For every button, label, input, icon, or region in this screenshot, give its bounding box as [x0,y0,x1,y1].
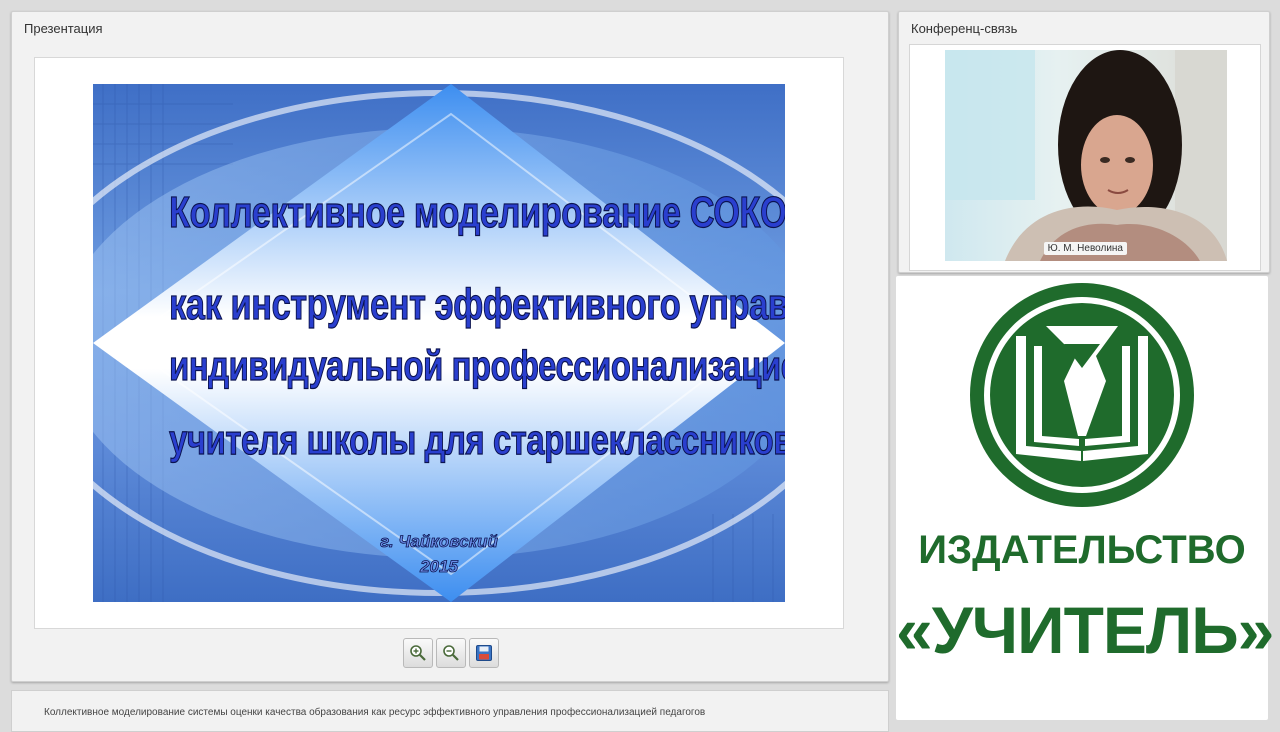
participant-video-image [945,50,1227,261]
slide-title-line-2: как инструмент эффективного управления [169,279,785,329]
save-button[interactable] [469,638,499,668]
conference-title: Конференц-связь [911,21,1018,36]
floppy-disk-icon [476,645,492,661]
presentation-title: Презентация [24,21,103,36]
zoom-out-icon [443,645,459,661]
conference-panel: Конференц-связь Ю. М. Неволина [898,11,1270,273]
publisher-name-line-2: «УЧИТЕЛЬ» [896,593,1274,667]
slide-year: 2015 [420,557,459,577]
publisher-name-line-1: ИЗДАТЕЛЬСТВО [918,528,1246,572]
slide-title-line-3: индивидуальной профессионализацией [169,341,785,389]
zoom-out-button[interactable] [436,638,466,668]
participant-video[interactable]: Ю. М. Неволина [945,50,1227,261]
participant-name-label: Ю. М. Неволина [1043,242,1127,255]
publisher-logo-emblem [970,283,1194,507]
presentation-caption: Коллективное моделирование системы оценк… [44,707,706,718]
presentation-slide: Коллективное моделирование СОКО НОЦ как … [93,84,785,602]
presentation-panel: Презентация Коллективное моделирование к… [11,11,889,682]
publisher-logo-panel: ИЗДАТЕЛЬСТВО «УЧИТЕЛЬ» [896,276,1274,720]
zoom-in-icon [410,645,426,661]
slide-title-line-1: Коллективное моделирование СОКО НОЦ [169,187,785,237]
slide-title-line-4: учителя школы для старшеклассников [169,415,785,463]
presentation-caption-bar: Коллективное моделирование системы оценк… [11,690,889,732]
zoom-in-button[interactable] [403,638,433,668]
slide-frame: Коллективное моделирование СОКО НОЦ как … [34,57,844,629]
slide-city: г. Чайковский [380,532,499,552]
